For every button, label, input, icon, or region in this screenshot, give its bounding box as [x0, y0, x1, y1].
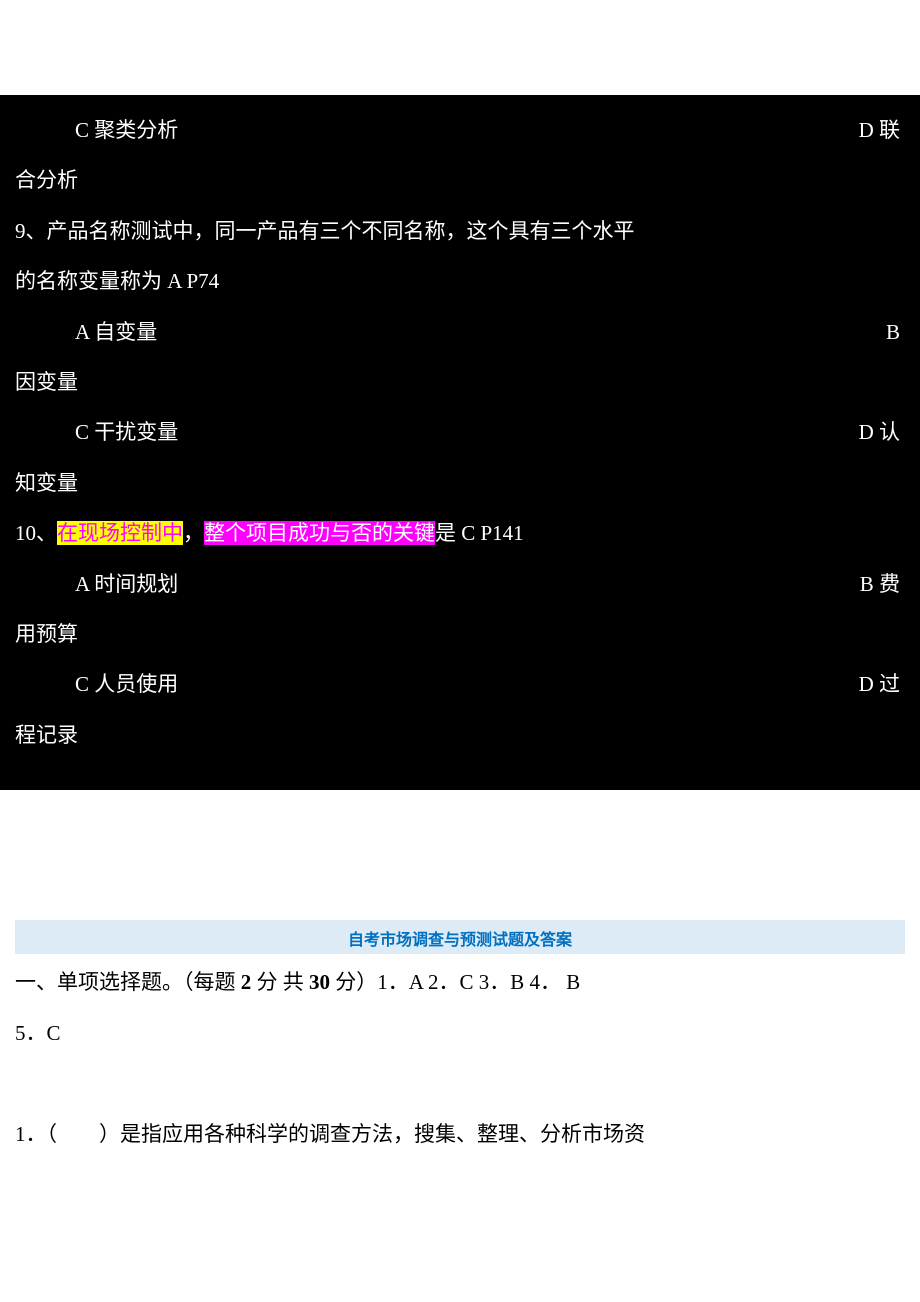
- exam-title: 自考市场调查与预测试题及答案: [15, 920, 905, 954]
- q10-options-cd: C 人员使用 D 过: [15, 659, 905, 709]
- q10-option-d-part1: D 过: [859, 659, 905, 709]
- q10-highlight-yellow: 在现场控制中: [57, 521, 183, 545]
- q10-mid: ，: [183, 521, 204, 545]
- q10-prefix: 10、: [15, 521, 57, 545]
- answers-line2: 5．C: [15, 1010, 905, 1056]
- q10-option-a: A 时间规划: [15, 559, 178, 609]
- section-one-heading: 一、单项选择题。（每题 2 分 共 30 分）1．A 2．C 3．B 4． B: [15, 959, 905, 1005]
- heading-part3: 分）1．A 2．C 3．B 4． B: [330, 970, 580, 994]
- heading-bold2: 30: [309, 970, 330, 994]
- q8-options-cd: C 聚类分析 D 联: [15, 105, 905, 155]
- q10-option-b-part1: B 费: [860, 559, 905, 609]
- heading-part1: 一、单项选择题。（每题: [15, 970, 241, 994]
- q9-option-b-part1: B: [886, 307, 905, 357]
- q10-option-b-part2: 用预算: [15, 609, 905, 659]
- q10-option-c: C 人员使用: [15, 659, 178, 709]
- q9-option-b-part2: 因变量: [15, 357, 905, 407]
- q9-stem-line2: 的名称变量称为 A P74: [15, 256, 905, 306]
- q9-option-a: A 自变量: [15, 307, 157, 357]
- lower-content: 自考市场调查与预测试题及答案 一、单项选择题。（每题 2 分 共 30 分）1．…: [0, 920, 920, 1158]
- q10-highlight-magenta: 整个项目成功与否的关键: [204, 521, 435, 545]
- q9-option-d-part1: D 认: [859, 407, 905, 457]
- q10-suffix: 是 C P141: [435, 521, 524, 545]
- heading-bold1: 2: [241, 970, 252, 994]
- q8-option-c: C 聚类分析: [15, 105, 178, 155]
- q9-options-cd: C 干扰变量 D 认: [15, 407, 905, 457]
- q9-option-d-part2: 知变量: [15, 458, 905, 508]
- q9-options-ab: A 自变量 B: [15, 307, 905, 357]
- dark-question-block: C 聚类分析 D 联 合分析 9、产品名称测试中，同一产品有三个不同名称，这个具…: [0, 95, 920, 790]
- q9-option-c: C 干扰变量: [15, 407, 178, 457]
- lower-q1: 1．（ ）是指应用各种科学的调查方法，搜集、整理、分析市场资: [15, 1111, 905, 1157]
- q9-stem-line1: 9、产品名称测试中，同一产品有三个不同名称，这个具有三个水平: [15, 206, 905, 256]
- q10-stem: 10、在现场控制中，整个项目成功与否的关键是 C P141: [15, 508, 905, 558]
- heading-part2: 分 共: [251, 970, 309, 994]
- q10-option-d-part2: 程记录: [15, 710, 905, 760]
- q8-option-d-part1: D 联: [859, 105, 905, 155]
- q8-option-d-part2: 合分析: [15, 155, 905, 205]
- q10-options-ab: A 时间规划 B 费: [15, 559, 905, 609]
